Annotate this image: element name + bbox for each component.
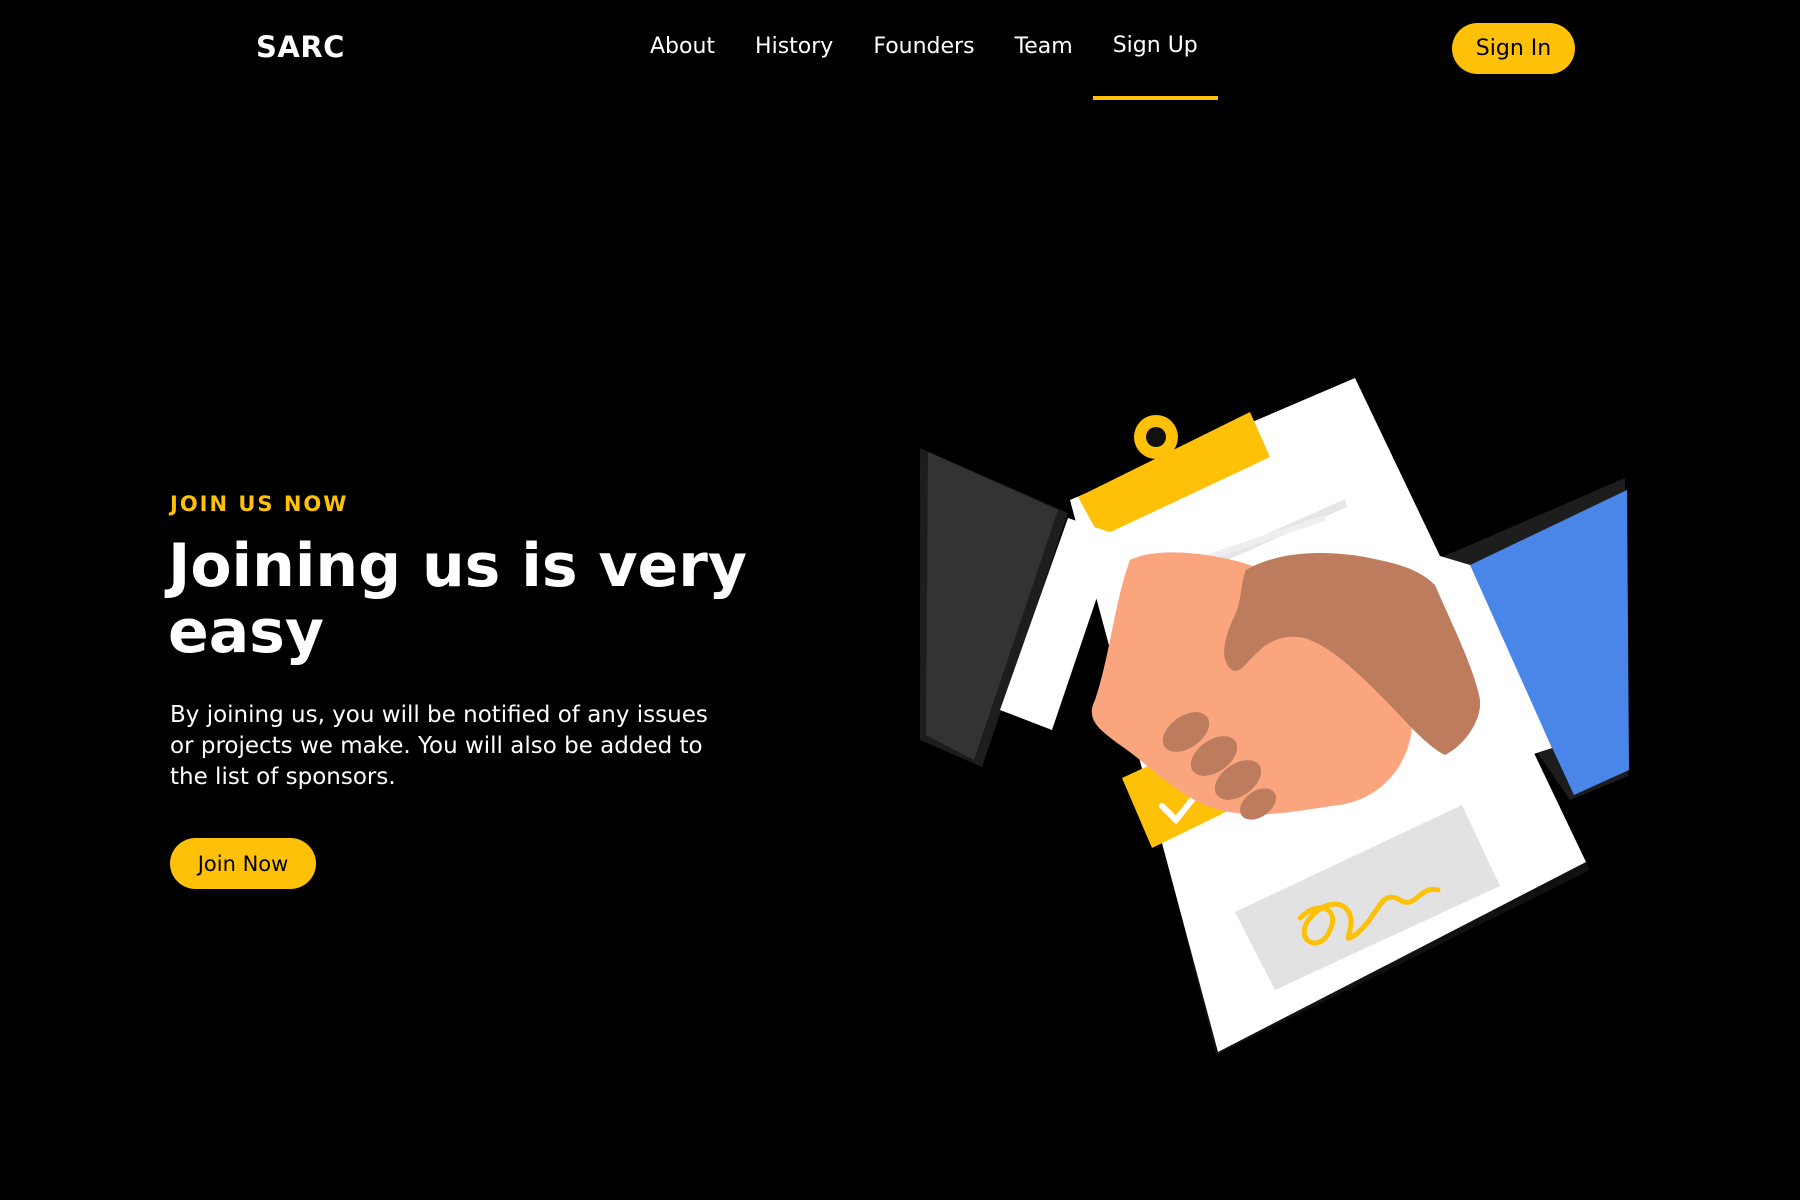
nav-item-history[interactable]: History (755, 0, 833, 100)
page: SARC About History Founders Team Sign Up… (0, 0, 1800, 1200)
join-now-button[interactable]: Join Now (170, 838, 316, 889)
nav-item-about[interactable]: About (650, 0, 715, 100)
nav-item-founders[interactable]: Founders (873, 0, 974, 100)
sign-in-button[interactable]: Sign In (1452, 23, 1575, 74)
logo[interactable]: SARC (256, 30, 345, 64)
nav-item-sign-up[interactable]: Sign Up (1092, 0, 1218, 100)
main-nav: About History Founders Team Sign Up (630, 0, 1218, 100)
handshake-contract-illustration (900, 370, 1660, 1090)
hero-eyebrow: JOIN US NOW (170, 492, 349, 516)
hero-description: By joining us, you will be notified of a… (170, 702, 708, 790)
nav-item-team[interactable]: Team (1015, 0, 1073, 100)
hero-headline: Joining us is very easy (168, 531, 747, 667)
